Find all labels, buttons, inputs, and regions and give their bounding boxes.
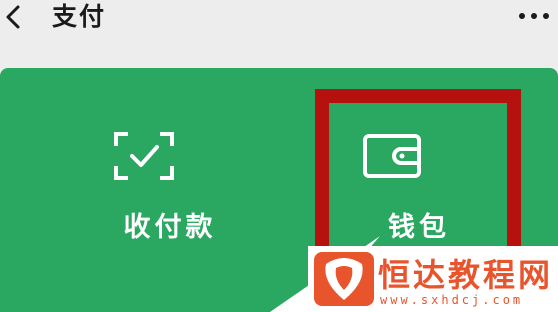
wallet-label: 钱包 [388,212,450,243]
top-bar: 支付 [0,0,558,64]
collect-pay-button[interactable]: 收付款 [55,68,285,312]
watermark-title: 恒达教程网 [378,256,554,294]
collect-pay-label: 收付款 [123,212,217,243]
wallet-icon [363,134,421,178]
page-title: 支付 [52,2,107,31]
site-watermark: 恒达教程网 www.sxhdcj.com [308,246,558,312]
more-options-icon[interactable] [516,10,552,22]
watermark-url: www.sxhdcj.com [380,293,524,307]
scan-check-icon [114,132,174,180]
back-chevron-icon[interactable] [0,2,28,32]
site-logo-icon [314,252,374,306]
